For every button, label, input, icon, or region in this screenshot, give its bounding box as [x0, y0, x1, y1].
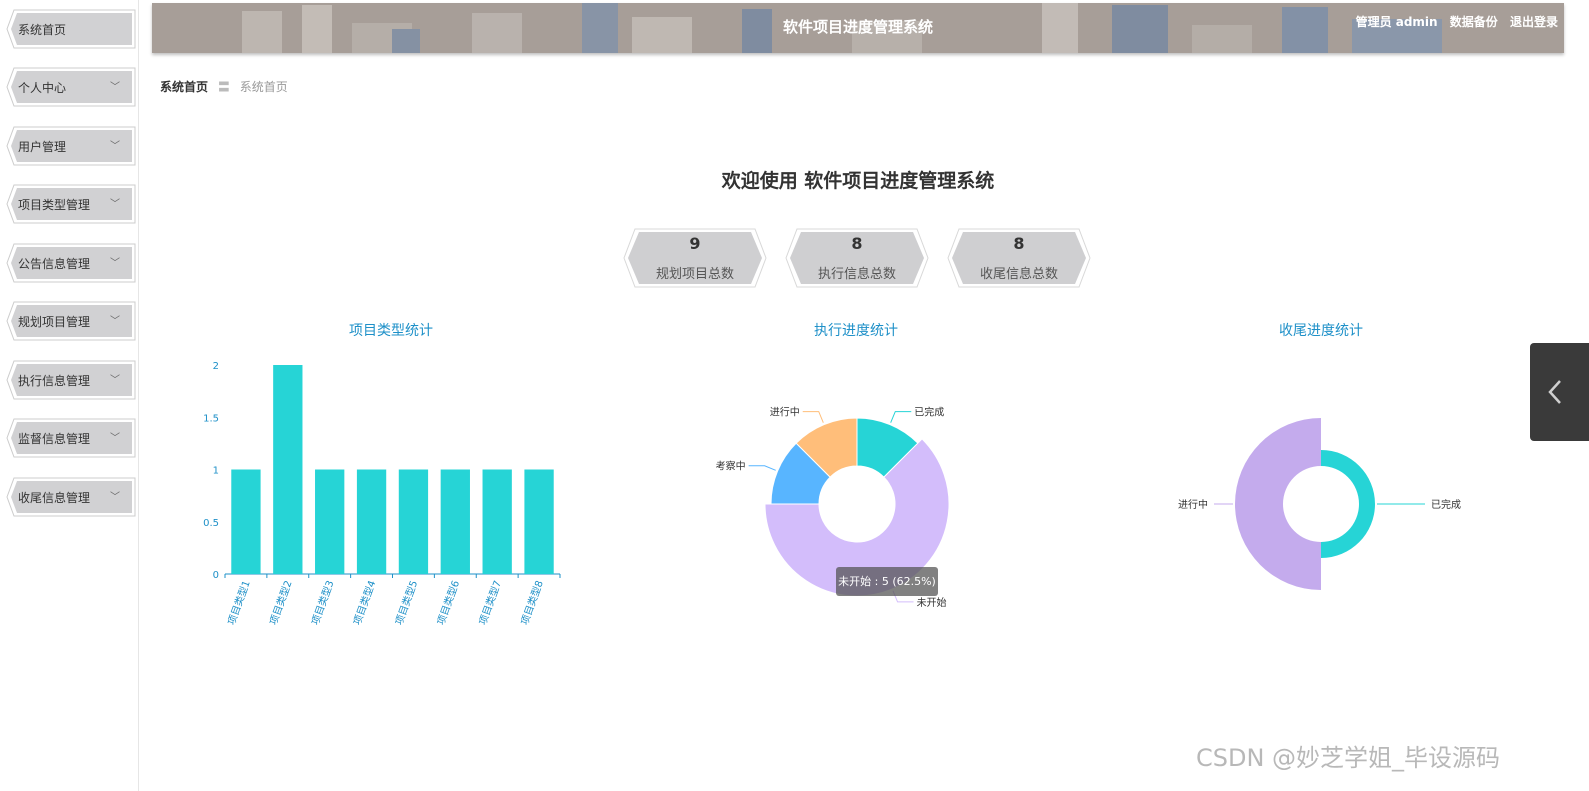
donut-slice [1321, 450, 1376, 558]
sidebar-item-notice[interactable]: 公告信息管理 ﹀ [6, 243, 136, 283]
chart-title-execution: 执行进度统计 [814, 323, 898, 339]
stat-card-execution: 8 执行信息总数 [785, 228, 929, 288]
stat-card-closing: 8 收尾信息总数 [947, 228, 1091, 288]
chevron-down-icon: ﹀ [110, 316, 120, 327]
watermark: CSDN @妙芝学姐_毕设源码 [1196, 744, 1501, 772]
label-leader-line [890, 411, 912, 423]
label-leader-line [802, 411, 824, 423]
chevron-down-icon: ﹀ [110, 492, 120, 503]
x-tick-label: 项目类型6 [434, 579, 462, 627]
chevron-down-icon: ﹀ [110, 141, 120, 152]
slice-label: 进行中 [1178, 498, 1208, 511]
sidebar-item-label: 规划项目管理 [18, 315, 91, 329]
bar [440, 469, 470, 574]
stat-value: 8 [1013, 234, 1025, 253]
slice-label: 已完成 [914, 406, 944, 419]
sidebar-item-label: 收尾信息管理 [18, 491, 91, 505]
chevron-down-icon: ﹀ [110, 199, 120, 210]
y-tick-label: 2 [213, 361, 219, 372]
chart-tooltip: 未开始 : 5 (62.5%) [836, 567, 938, 596]
bar [398, 469, 429, 574]
sidebar: 系统首页 个人中心 ﹀ 用户管理 ﹀ 项目类型管理 ﹀ 公告信息管理 ﹀ 规划项… [0, 0, 139, 791]
stat-card-planning: 9 规划项目总数 [623, 228, 767, 288]
chevron-down-icon: ﹀ [110, 433, 120, 444]
y-tick-label: 1 [213, 466, 219, 477]
bar [524, 469, 554, 574]
bar [356, 469, 387, 574]
sidebar-item-label: 系统首页 [18, 23, 67, 37]
chevron-down-icon: ﹀ [110, 258, 120, 269]
sidebar-item-supervision[interactable]: 监督信息管理 ﹀ [6, 418, 136, 458]
sidebar-item-user-management[interactable]: 用户管理 ﹀ [6, 126, 136, 166]
chevron-down-icon: ﹀ [110, 375, 120, 386]
chevron-left-icon [1548, 380, 1561, 404]
bar [273, 365, 303, 574]
sidebar-item-label: 监督信息管理 [18, 432, 91, 446]
label-leader-line [748, 465, 776, 471]
stat-value: 9 [689, 234, 701, 253]
stat-label: 执行信息总数 [817, 267, 896, 282]
chevron-down-icon: ﹀ [110, 82, 120, 93]
x-tick-label: 项目类型3 [308, 579, 336, 627]
data-backup-link[interactable]: 数据备份 [1450, 15, 1498, 29]
stat-label: 规划项目总数 [655, 267, 734, 282]
breadcrumb-separator: 〓 [217, 80, 230, 94]
slice-label: 已完成 [1431, 498, 1461, 511]
x-tick-label: 项目类型2 [267, 579, 295, 627]
stat-label: 收尾信息总数 [979, 267, 1058, 282]
breadcrumb: 系统首页 〓 系统首页 [160, 78, 288, 95]
donut-slice [1234, 418, 1321, 590]
stat-value: 8 [851, 234, 863, 253]
x-tick-label: 项目类型7 [476, 579, 504, 627]
admin-user-label: 管理员 admin [1355, 15, 1438, 29]
sidebar-item-label: 用户管理 [18, 140, 67, 154]
sidebar-item-label: 公告信息管理 [18, 257, 91, 271]
sidebar-item-home[interactable]: 系统首页 [6, 9, 136, 49]
logout-link[interactable]: 退出登录 [1510, 15, 1558, 29]
bar [231, 469, 261, 574]
slice-label: 考察中 [716, 460, 746, 473]
slice-label: 进行中 [770, 406, 800, 419]
slice-label: 未开始 [917, 596, 947, 609]
top-header: 软件项目进度管理系统 管理员 admin 数据备份 退出登录 [152, 3, 1564, 53]
breadcrumb-home[interactable]: 系统首页 [160, 80, 208, 94]
chart-title-closing: 收尾进度统计 [1279, 323, 1363, 339]
y-tick-label: 0 [213, 570, 219, 581]
x-tick-label: 项目类型4 [350, 579, 378, 627]
sidebar-item-project-type[interactable]: 项目类型管理 ﹀ [6, 184, 136, 224]
x-tick-label: 项目类型5 [392, 579, 420, 627]
y-tick-label: 0.5 [203, 518, 219, 529]
closing-donut-chart: 已完成 进行中 [1178, 418, 1461, 590]
sidebar-item-label: 个人中心 [18, 81, 67, 95]
sidebar-item-label: 执行信息管理 [18, 374, 91, 388]
sidebar-item-planning[interactable]: 规划项目管理 ﹀ [6, 301, 136, 341]
chart-title-project-type: 项目类型统计 [349, 323, 433, 339]
sidebar-item-execution[interactable]: 执行信息管理 ﹀ [6, 360, 136, 400]
x-tick-label: 项目类型1 [225, 579, 253, 627]
y-tick-label: 1.5 [203, 413, 219, 424]
x-tick-label: 项目类型8 [518, 579, 546, 627]
sidebar-item-closing[interactable]: 收尾信息管理 ﹀ [6, 477, 136, 517]
breadcrumb-current: 系统首页 [239, 80, 288, 94]
side-panel-toggle[interactable] [1530, 343, 1589, 441]
bar [482, 469, 512, 574]
welcome-heading: 欢迎使用 软件项目进度管理系统 [721, 170, 995, 192]
sidebar-item-personal-center[interactable]: 个人中心 ﹀ [6, 67, 136, 107]
sidebar-item-label: 项目类型管理 [18, 198, 91, 212]
project-type-bar-chart: 0 0.5 1 1.5 2 项目类型1 项目类型2 项目类型3 项目类型4 项目类型5 项目类型6 项… [203, 361, 561, 627]
bar [315, 469, 345, 574]
header-actions: 管理员 admin 数据备份 退出登录 [1348, 13, 1558, 30]
